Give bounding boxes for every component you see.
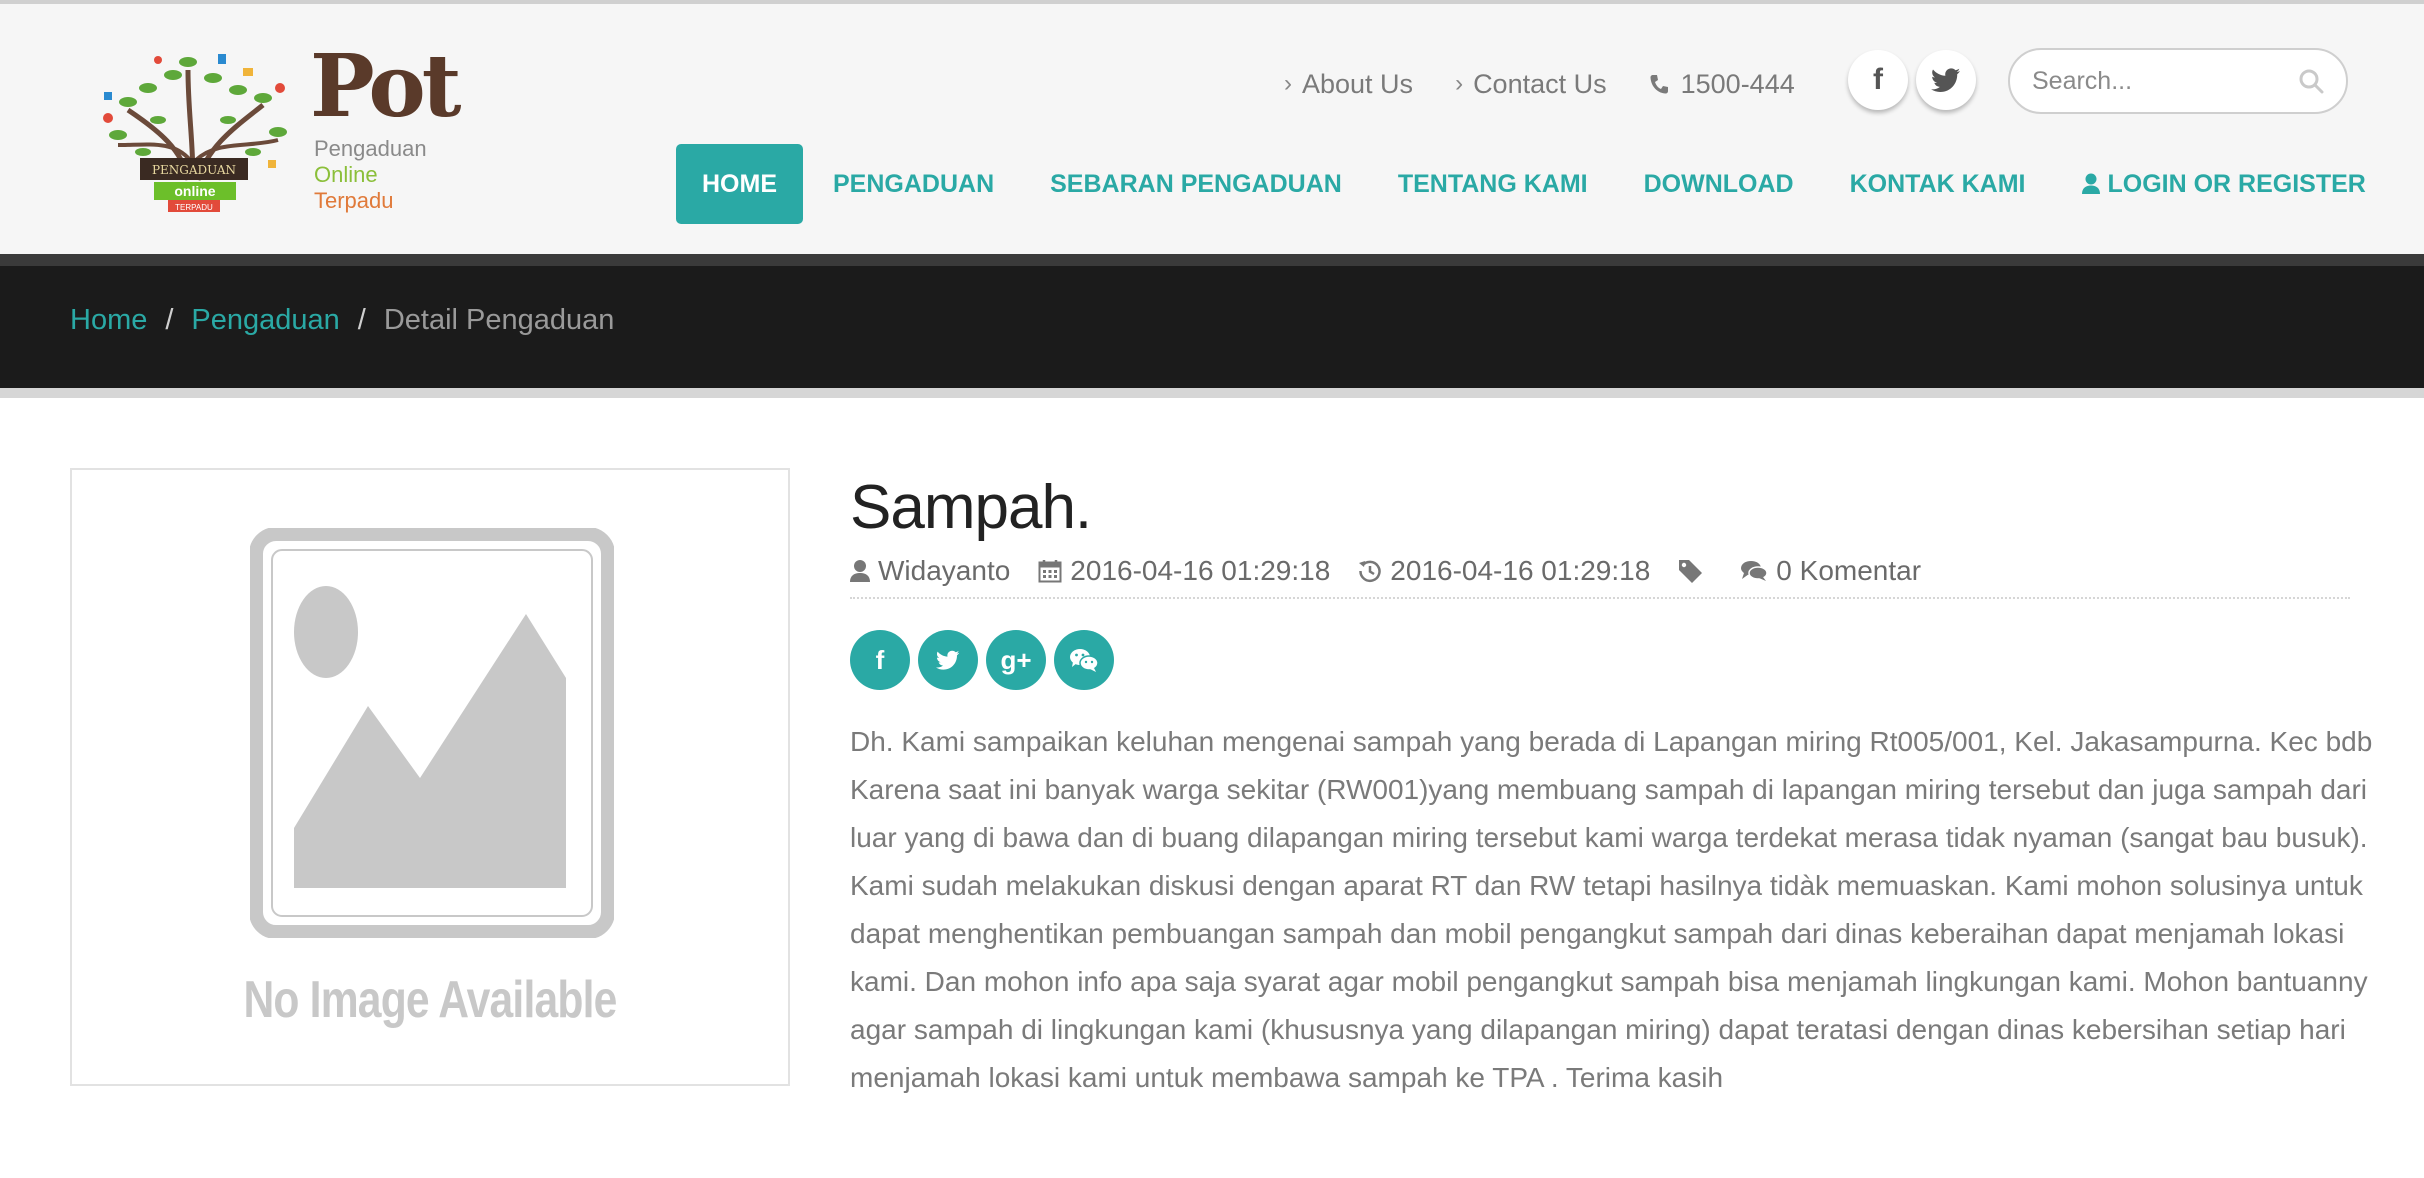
share-facebook-button[interactable]: f [850, 630, 910, 690]
logo-tree-icon: PENGADUAN online TERPADU [103, 54, 287, 212]
nav-sebaran-pengaduan[interactable]: SEBARAN PENGADUAN [1024, 144, 1368, 224]
meta-created-label: 2016-04-16 01:29:18 [1070, 555, 1331, 586]
calendar-icon [1038, 560, 1062, 583]
svg-text:TERPADU: TERPADU [175, 203, 213, 212]
breadcrumb-home[interactable]: Home [70, 304, 147, 337]
nav-login-register-label: LOGIN OR REGISTER [2107, 169, 2366, 198]
about-us-link[interactable]: › About Us [1284, 69, 1413, 100]
svg-text:online: online [174, 183, 215, 199]
about-us-label: About Us [1302, 68, 1414, 99]
nav-home[interactable]: HOME [676, 144, 803, 224]
complaint-title: Sampah. [850, 473, 1092, 542]
nav-sebaran-pengaduan-label: SEBARAN PENGADUAN [1050, 169, 1342, 198]
logo-tagline: Pengaduan Online Terpadu [314, 136, 427, 214]
nav-download-label: DOWNLOAD [1643, 169, 1794, 198]
nav-tentang-kami[interactable]: TENTANG KAMI [1372, 144, 1614, 224]
no-image-text: No Image Available [243, 971, 617, 1029]
chevron-right-icon: › [1455, 70, 1464, 97]
twitter-icon [936, 650, 960, 670]
breadcrumb-current: Detail Pengaduan [383, 304, 615, 336]
meta-author: Widayanto [850, 555, 1010, 587]
wechat-icon [1070, 649, 1099, 672]
search-box [2008, 48, 2348, 114]
breadcrumb: Home / Pengaduan / Detail Pengaduan [70, 304, 614, 337]
nav-pengaduan-label: PENGADUAN [833, 169, 995, 198]
breadcrumb-separator: / [165, 304, 174, 336]
breadcrumb-pengaduan[interactable]: Pengaduan [191, 304, 339, 337]
twitter-button[interactable] [1916, 50, 1976, 110]
meta-updated: 2016-04-16 01:29:18 [1358, 555, 1650, 587]
facebook-button[interactable]: f [1848, 50, 1908, 110]
meta-author-label: Widayanto [878, 555, 1011, 586]
breadcrumb-separator: / [357, 304, 366, 336]
search-icon[interactable] [2298, 68, 2324, 94]
user-icon [2081, 173, 2100, 194]
contact-us-label: Contact Us [1473, 68, 1607, 99]
logo-brand: Pot [310, 36, 461, 137]
complaint-image: No Image Available [70, 468, 790, 1086]
nav-kontak-kami[interactable]: KONTAK KAMI [1824, 144, 2052, 224]
logo-tagline-line3: Terpadu [314, 188, 394, 213]
band-top-border [0, 254, 2424, 266]
share-twitter-button[interactable] [918, 630, 978, 690]
chevron-right-icon: › [1284, 70, 1292, 97]
share-buttons: f g+ [850, 630, 1122, 690]
logo-tagline-line2: Online [314, 162, 378, 187]
main-nav: HOME PENGADUAN SEBARAN PENGADUAN TENTANG… [676, 144, 2396, 224]
image-placeholder-icon [250, 528, 614, 938]
nav-pengaduan[interactable]: PENGADUAN [807, 144, 1020, 224]
complaint-meta: Widayanto 2016-04-16 01:29:18 2016-04-16… [850, 555, 2350, 599]
top-links: › About Us › Contact Us 1500-444 [1284, 66, 1795, 102]
phone-number: 1500-444 [1649, 69, 1795, 100]
phone-icon [1650, 75, 1668, 94]
share-googleplus-button[interactable]: g+ [986, 630, 1046, 690]
tag-icon [1679, 560, 1703, 583]
meta-updated-label: 2016-04-16 01:29:18 [1390, 555, 1651, 586]
meta-created: 2016-04-16 01:29:18 [1038, 555, 1330, 587]
facebook-icon: f [1873, 63, 1883, 96]
nav-kontak-kami-label: KONTAK KAMI [1849, 169, 2026, 198]
nav-login-register[interactable]: LOGIN OR REGISTER [2056, 144, 2392, 224]
meta-comments[interactable]: 0 Komentar [1740, 555, 1921, 587]
twitter-icon [1931, 68, 1960, 92]
logo-tagline-line1: Pengaduan [314, 136, 427, 161]
share-wechat-button[interactable] [1054, 630, 1114, 690]
meta-comments-label: 0 Komentar [1776, 555, 1922, 586]
contact-us-link[interactable]: › Contact Us [1455, 69, 1607, 100]
history-icon [1359, 560, 1382, 583]
nav-tentang-kami-label: TENTANG KAMI [1397, 169, 1588, 198]
complaint-body: Dh. Kami sampaikan keluhan mengenai samp… [850, 726, 2373, 1093]
search-input[interactable] [2032, 66, 2282, 96]
phone-number-label: 1500-444 [1680, 68, 1795, 99]
comments-icon [1741, 561, 1769, 581]
band-bottom-border [0, 388, 2424, 398]
meta-tags [1678, 559, 1712, 583]
site-logo[interactable]: PENGADUAN online TERPADU Pot Pengaduan O… [88, 40, 488, 220]
svg-text:PENGADUAN: PENGADUAN [152, 163, 236, 177]
googleplus-icon: g+ [1000, 644, 1032, 675]
nav-home-label: HOME [702, 169, 777, 198]
facebook-icon: f [875, 644, 885, 675]
nav-download[interactable]: DOWNLOAD [1618, 144, 1820, 224]
user-icon [850, 560, 870, 582]
